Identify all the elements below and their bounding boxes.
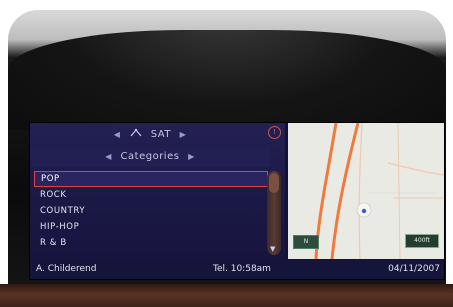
next-source-icon[interactable]: ▶ [180, 130, 187, 139]
list-item[interactable]: COUNTRY [34, 203, 268, 219]
dashboard-hood [8, 30, 446, 130]
prev-source-icon[interactable]: ◀ [114, 130, 121, 139]
scroll-down-icon[interactable]: ▼ [270, 245, 275, 253]
list-scrollbar[interactable] [267, 171, 281, 255]
list-item[interactable]: POP [34, 171, 268, 187]
idrive-screen: ◀ SAT ▶ ! ◀ Categories ▶ POP ROCK COUNTR… [29, 122, 445, 280]
status-bar: A. Childerend Tel. 10:58am 04/11/2007 [30, 259, 444, 279]
category-list: POP ROCK COUNTRY HIP-HOP R & B [34, 171, 268, 251]
satellite-icon [130, 128, 142, 137]
navigation-map[interactable]: N 400ft [288, 123, 444, 259]
radio-pane: ◀ SAT ▶ ! ◀ Categories ▶ POP ROCK COUNTR… [30, 123, 285, 259]
clock-readout: Tel. 10:58am [213, 264, 271, 274]
list-item[interactable]: HIP-HOP [34, 219, 268, 235]
category-label: Categories [120, 151, 180, 162]
notification-icon: ! [268, 126, 281, 139]
source-label: SAT [150, 129, 171, 140]
source-selector[interactable]: ◀ SAT ▶ [30, 125, 270, 145]
wood-trim [0, 284, 453, 307]
now-playing-artist: A. Childerend [36, 264, 97, 274]
prev-category-icon[interactable]: ◀ [105, 152, 112, 161]
date-readout: 04/11/2007 [388, 264, 440, 274]
scroll-thumb[interactable] [269, 173, 279, 193]
list-item[interactable]: ROCK [34, 187, 268, 203]
map-orientation-button[interactable]: N [293, 235, 319, 249]
map-scale-badge: 400ft [405, 234, 439, 248]
next-category-icon[interactable]: ▶ [188, 152, 195, 161]
category-selector[interactable]: ◀ Categories ▶ [30, 147, 270, 167]
list-item[interactable]: R & B [34, 235, 268, 251]
